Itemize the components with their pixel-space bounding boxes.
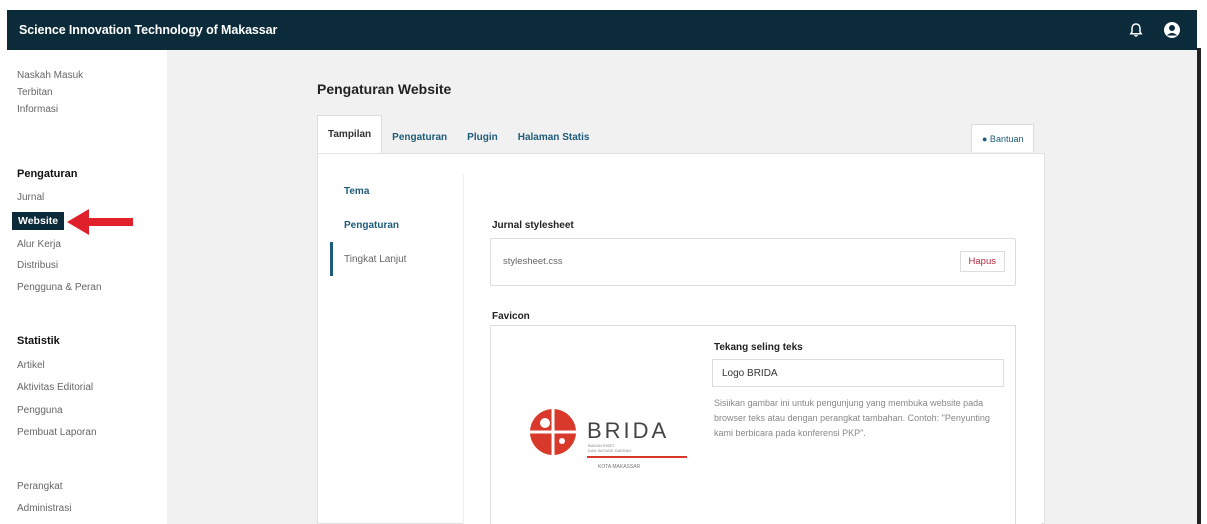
main-content: Pengaturan Website Tampilan Pengaturan P… [167, 50, 1197, 524]
logo-subtitle-2: DAN INOVASI DAERAH [588, 448, 631, 453]
tab-plugin[interactable]: Plugin [457, 121, 508, 153]
stylesheet-file-box: stylesheet.css Hapus [490, 238, 1016, 286]
sidebar-item-pengguna-peran[interactable]: Pengguna & Peran [17, 282, 102, 293]
subnav-tingkat-lanjut[interactable]: Tingkat Lanjut [330, 242, 456, 276]
sidebar-item-naskah-masuk[interactable]: Naskah Masuk [17, 70, 83, 81]
tab-pengaturan[interactable]: Pengaturan [382, 121, 457, 153]
alt-text-label: Tekang seling teks [714, 342, 803, 353]
sidebar-item-pengguna[interactable]: Pengguna [17, 405, 63, 416]
alt-text-input[interactable] [712, 359, 1004, 387]
subnav-tema[interactable]: Tema [330, 174, 456, 208]
stylesheet-file-name[interactable]: stylesheet.css [503, 256, 563, 267]
logo-city: KOTA MAKASSAR [598, 464, 641, 470]
sidebar-item-alur-kerja[interactable]: Alur Kerja [17, 239, 61, 250]
logo-wordmark: BRIDA [587, 418, 669, 443]
top-bar: Science Innovation Technology of Makassa… [7, 10, 1197, 50]
help-button[interactable]: ● Bantuan [971, 124, 1035, 152]
scrollbar[interactable] [1197, 48, 1201, 524]
tab-tampilan[interactable]: Tampilan [317, 115, 383, 153]
sidebar: Naskah Masuk Terbitan Informasi Pengatur… [7, 50, 167, 524]
alt-text-help: Sisiikan gambar ini untuk pengunjung yan… [714, 398, 990, 438]
sidebar-heading-statistik: Statistik [17, 335, 60, 347]
bell-icon[interactable] [1125, 19, 1147, 41]
sidebar-item-pembuat-laporan[interactable]: Pembuat Laporan [17, 427, 97, 438]
advanced-settings-content: Jurnal stylesheet stylesheet.css Hapus F… [463, 174, 1041, 524]
tab-halaman-statis[interactable]: Halaman Statis [508, 121, 600, 153]
sidebar-item-terbitan[interactable]: Terbitan [17, 87, 53, 98]
sidebar-item-website[interactable]: Website [12, 212, 65, 230]
brida-logo: BRIDA BADAN RISET DAN INOVASI DAERAH KOT… [530, 409, 687, 470]
app-window: Science Innovation Technology of Makassa… [0, 0, 1207, 524]
sidebar-item-perangkat[interactable]: Perangkat [17, 481, 63, 492]
stylesheet-label: Jurnal stylesheet [492, 220, 574, 231]
appearance-subnav: Tema Pengaturan Tingkat Lanjut [330, 174, 456, 276]
annotation-arrow-icon [67, 209, 133, 235]
settings-tabs: Tampilan Pengaturan Plugin Halaman Stati… [317, 115, 1045, 153]
page-title: Pengaturan Website [317, 81, 452, 97]
favicon-label: Favicon [492, 311, 530, 322]
favicon-box: BRIDA BADAN RISET DAN INOVASI DAERAH KOT… [490, 325, 1016, 524]
sidebar-heading-pengaturan: Pengaturan [17, 168, 78, 180]
sidebar-item-distribusi[interactable]: Distribusi [17, 260, 58, 271]
appearance-panel: Tema Pengaturan Tingkat Lanjut Jurnal st… [317, 153, 1045, 524]
sidebar-item-administrasi[interactable]: Administrasi [17, 503, 71, 514]
topbar-icons [1125, 19, 1183, 41]
sidebar-item-aktivitas-editorial[interactable]: Aktivitas Editorial [17, 382, 93, 393]
user-avatar-icon[interactable] [1161, 19, 1183, 41]
site-title[interactable]: Science Innovation Technology of Makassa… [19, 23, 277, 37]
delete-stylesheet-button[interactable]: Hapus [959, 251, 1005, 272]
sidebar-item-jurnal[interactable]: Jurnal [17, 192, 44, 203]
subnav-pengaturan[interactable]: Pengaturan [330, 208, 456, 242]
sidebar-item-artikel[interactable]: Artikel [17, 360, 45, 371]
sidebar-item-informasi[interactable]: Informasi [17, 104, 58, 115]
